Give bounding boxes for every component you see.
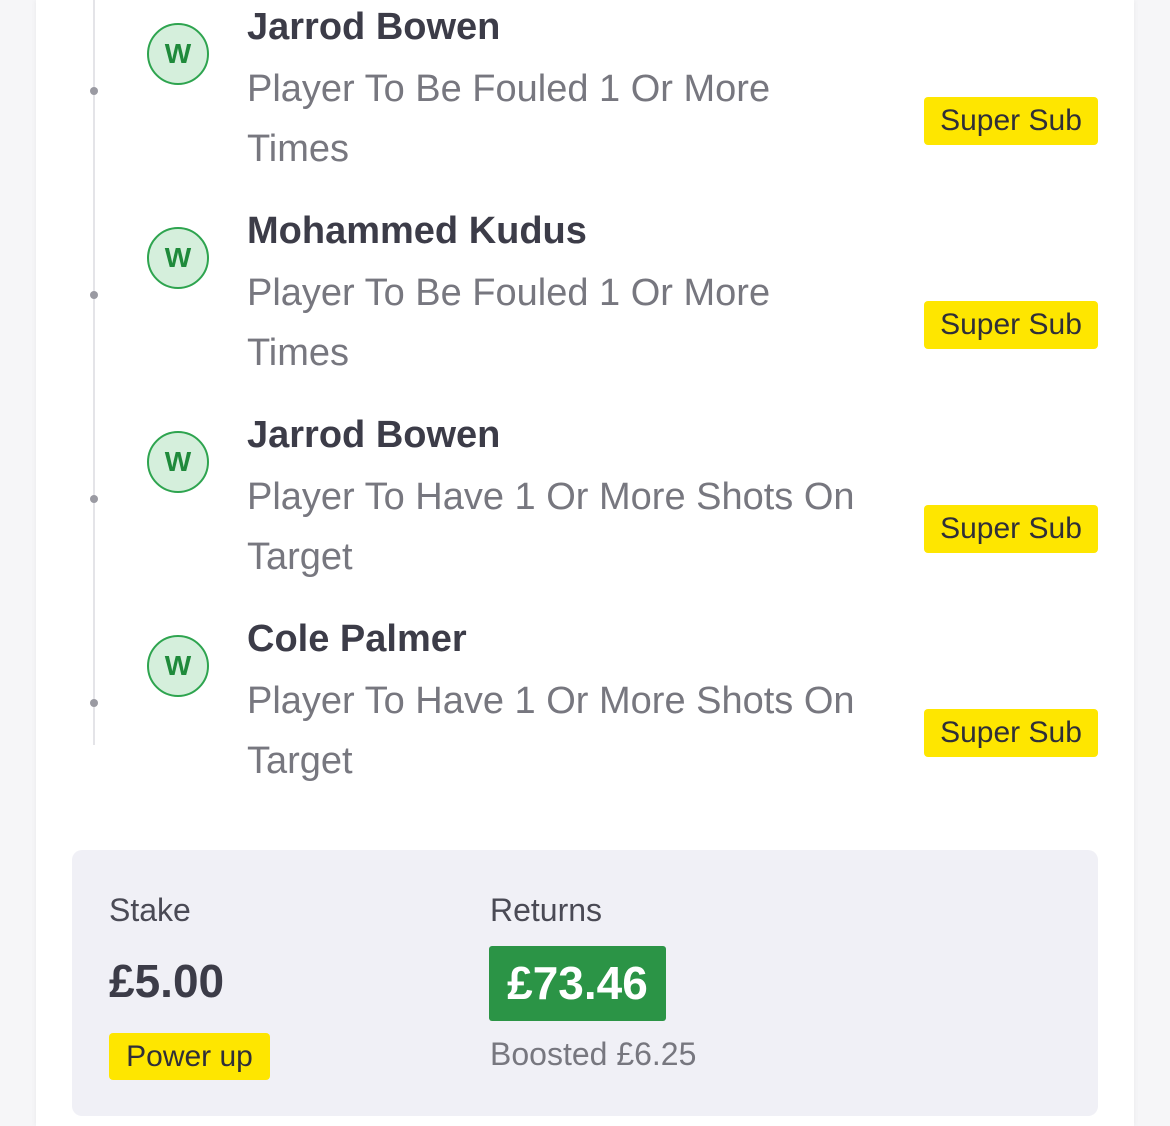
player-name: Jarrod Bowen [247,414,501,456]
timeline-dot [90,699,98,707]
market-line-1: Player To Have 1 Or More Shots On [247,680,855,722]
market-name: Player To Have 1 Or More Shots On Target [247,467,912,587]
player-name: Mohammed Kudus [247,210,587,252]
player-name: Cole Palmer [247,618,467,660]
market-line-2: Times [247,332,350,374]
returns-label: Returns [490,892,603,928]
win-result-icon: W [147,227,209,289]
stake-value: £5.00 [109,955,225,1007]
super-sub-badge: Super Sub [924,301,1098,349]
super-sub-badge: Super Sub [924,709,1098,757]
market-line-1: Player To Be Fouled 1 Or More [247,272,771,314]
market-line-2: Target [247,740,353,782]
win-result-icon: W [147,23,209,85]
market-line-2: Times [247,128,350,170]
returns-value: £73.46 [489,946,666,1021]
market-line-2: Target [247,536,353,578]
market-line-1: Player To Have 1 Or More Shots On [247,476,855,518]
timeline-dot [90,291,98,299]
bet-leg: W Jarrod Bowen Player To Have 1 Or More … [0,408,1170,598]
win-result-icon: W [147,431,209,493]
market-name: Player To Be Fouled 1 Or More Times [247,263,912,383]
market-name: Player To Be Fouled 1 Or More Times [247,59,912,179]
power-up-badge: Power up [109,1033,270,1080]
bet-leg: W Mohammed Kudus Player To Be Fouled 1 O… [0,204,1170,394]
win-result-icon: W [147,635,209,697]
timeline-dot [90,495,98,503]
market-line-1: Player To Be Fouled 1 Or More [247,68,771,110]
stake-label: Stake [109,892,191,928]
player-name: Jarrod Bowen [247,6,501,48]
super-sub-badge: Super Sub [924,505,1098,553]
market-name: Player To Have 1 Or More Shots On Target [247,671,912,791]
bet-leg: W Cole Palmer Player To Have 1 Or More S… [0,612,1170,802]
bet-leg: W Jarrod Bowen Player To Be Fouled 1 Or … [0,0,1170,190]
timeline-dot [90,87,98,95]
boosted-text: Boosted £6.25 [490,1036,697,1072]
super-sub-badge: Super Sub [924,97,1098,145]
bet-summary: Stake £5.00 Power up Returns £73.46 Boos… [72,850,1098,1116]
